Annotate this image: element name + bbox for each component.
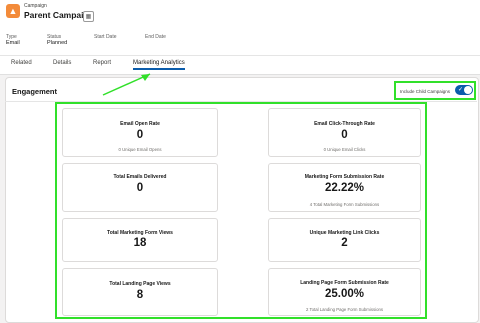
callout-arrow	[102, 73, 151, 96]
